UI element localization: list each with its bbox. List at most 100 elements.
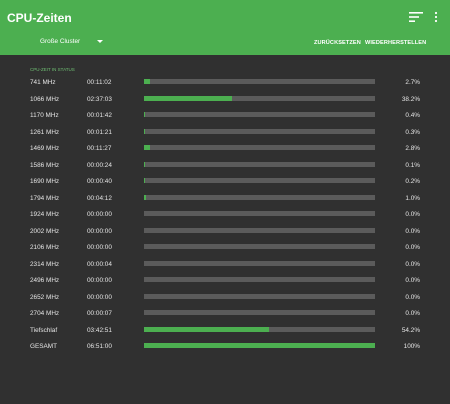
frequency-label: 1066 MHz (30, 95, 60, 103)
cpu-time-list: 741 MHz 00:11:02 2.7% 1066 MHz 02:37:03 38.2%… (0, 76, 450, 357)
list-item: 1170 MHz 00:01:42 0.4% (0, 109, 450, 126)
percent-value: 100% (403, 343, 420, 350)
time-value: 03:42:51 (87, 326, 112, 334)
list-item: 741 MHz 00:11:02 2.7% (0, 76, 450, 93)
percent-value: 0.2% (405, 178, 420, 185)
usage-bar-fill (144, 326, 270, 332)
usage-bar (144, 244, 375, 249)
time-value: 00:00:00 (87, 227, 112, 235)
usage-bar (144, 112, 375, 117)
list-item: 1261 MHz 00:01:21 0.3% (0, 126, 450, 143)
percent-value: 0.0% (405, 293, 420, 301)
time-value: 00:00:24 (87, 161, 112, 169)
time-value: 00:00:00 (87, 293, 112, 301)
time-value: 02:37:03 (87, 95, 112, 103)
usage-bar-fill (144, 128, 145, 134)
frequency-label: 1690 MHz (30, 178, 60, 185)
frequency-label: 2106 MHz (30, 244, 60, 251)
time-value: 06:51:00 (87, 343, 112, 350)
frequency-label: 2314 MHz (30, 260, 60, 268)
chevron-down-icon[interactable] (97, 40, 103, 43)
percent-value: 2.8% (405, 145, 420, 152)
list-item: 2704 MHz 00:00:07 0.0% (0, 307, 450, 324)
list-item: 1794 MHz 00:04:12 1.0% (0, 192, 450, 209)
usage-bar-fill (144, 145, 151, 150)
percent-value: 0.0% (405, 277, 420, 284)
usage-bar (144, 277, 375, 282)
frequency-label: 2704 MHz (30, 310, 60, 317)
percent-value: 38.2% (401, 95, 420, 103)
usage-bar (144, 79, 375, 84)
list-item: 2106 MHz 00:00:00 0.0% (0, 241, 450, 258)
usage-bar (144, 95, 375, 101)
time-value: 00:00:00 (87, 277, 112, 284)
restore-button[interactable]: WIEDERHERSTELLEN (365, 40, 426, 46)
frequency-label: 1586 MHz (30, 161, 60, 169)
percent-value: 0.0% (405, 310, 420, 317)
app-bar: CPU-Zeiten Große Cluster ZURÜCKSETZEN WI… (0, 0, 450, 55)
time-value: 00:00:40 (87, 178, 112, 185)
time-value: 00:11:02 (87, 79, 112, 86)
usage-bar (144, 326, 375, 332)
time-value: 00:11:27 (87, 145, 112, 152)
time-value: 00:01:42 (87, 112, 112, 119)
sort-icon[interactable] (409, 11, 423, 23)
section-title: CPU-ZEIT IN STATUS (30, 67, 75, 72)
more-vert-icon[interactable] (430, 11, 442, 23)
usage-bar (144, 310, 375, 315)
list-item: 2496 MHz 00:00:00 0.0% (0, 274, 450, 291)
list-item: 1469 MHz 00:11:27 2.8% (0, 142, 450, 159)
time-value: 00:00:07 (87, 310, 112, 317)
usage-bar (144, 128, 375, 134)
usage-bar (144, 293, 375, 299)
percent-value: 0.0% (405, 260, 420, 268)
frequency-label: 1170 MHz (30, 112, 59, 119)
page-title: CPU-Zeiten (7, 11, 72, 25)
time-value: 00:01:21 (87, 128, 112, 136)
frequency-label: 1794 MHz (30, 194, 60, 202)
percent-value: 2.7% (405, 79, 420, 86)
frequency-label: 2496 MHz (30, 277, 60, 284)
list-item: 2314 MHz 00:00:04 0.0% (0, 258, 450, 275)
percent-value: 0.3% (405, 128, 420, 136)
usage-bar-fill (144, 194, 147, 200)
cluster-select[interactable]: Große Cluster (40, 38, 80, 45)
usage-bar-fill (144, 79, 151, 84)
percent-value: 0.0% (405, 211, 420, 218)
list-item: 2002 MHz 00:00:00 0.0% (0, 225, 450, 242)
list-item: 1690 MHz 00:00:40 0.2% (0, 175, 450, 192)
time-value: 00:00:00 (87, 244, 112, 251)
percent-value: 0.1% (405, 161, 420, 169)
frequency-label: 1261 MHz (30, 128, 60, 136)
frequency-label: 1924 MHz (30, 211, 60, 218)
usage-bar (144, 178, 375, 183)
usage-bar (144, 194, 375, 200)
frequency-label: 1469 MHz (30, 145, 60, 152)
percent-value: 0.0% (405, 227, 420, 235)
usage-bar-fill (144, 95, 233, 101)
frequency-label: 2652 MHz (30, 293, 60, 301)
time-value: 00:04:12 (87, 194, 112, 202)
usage-bar-fill (144, 343, 375, 348)
usage-bar (144, 145, 375, 150)
cluster-toolbar: Große Cluster ZURÜCKSETZEN WIEDERHERSTEL… (0, 30, 450, 55)
usage-bar (144, 211, 375, 216)
usage-bar-fill (144, 112, 145, 117)
list-item: 2652 MHz 00:00:00 0.0% (0, 291, 450, 308)
usage-bar (144, 260, 375, 266)
time-value: 00:00:00 (87, 211, 112, 218)
percent-value: 54.2% (401, 326, 420, 334)
time-value: 00:00:04 (87, 260, 112, 268)
reset-button[interactable]: ZURÜCKSETZEN (314, 40, 361, 46)
list-item: 1586 MHz 00:00:24 0.1% (0, 159, 450, 176)
usage-bar (144, 227, 375, 233)
list-item: 1924 MHz 00:00:00 0.0% (0, 208, 450, 225)
frequency-label: GESAMT (30, 343, 57, 350)
usage-bar (144, 161, 375, 167)
frequency-label: Tiefschlaf (30, 326, 58, 334)
list-item: GESAMT 06:51:00 100% (0, 340, 450, 357)
list-item: 1066 MHz 02:37:03 38.2% (0, 93, 450, 110)
frequency-label: 2002 MHz (30, 227, 60, 235)
usage-bar (144, 343, 375, 348)
percent-value: 0.0% (405, 244, 420, 251)
